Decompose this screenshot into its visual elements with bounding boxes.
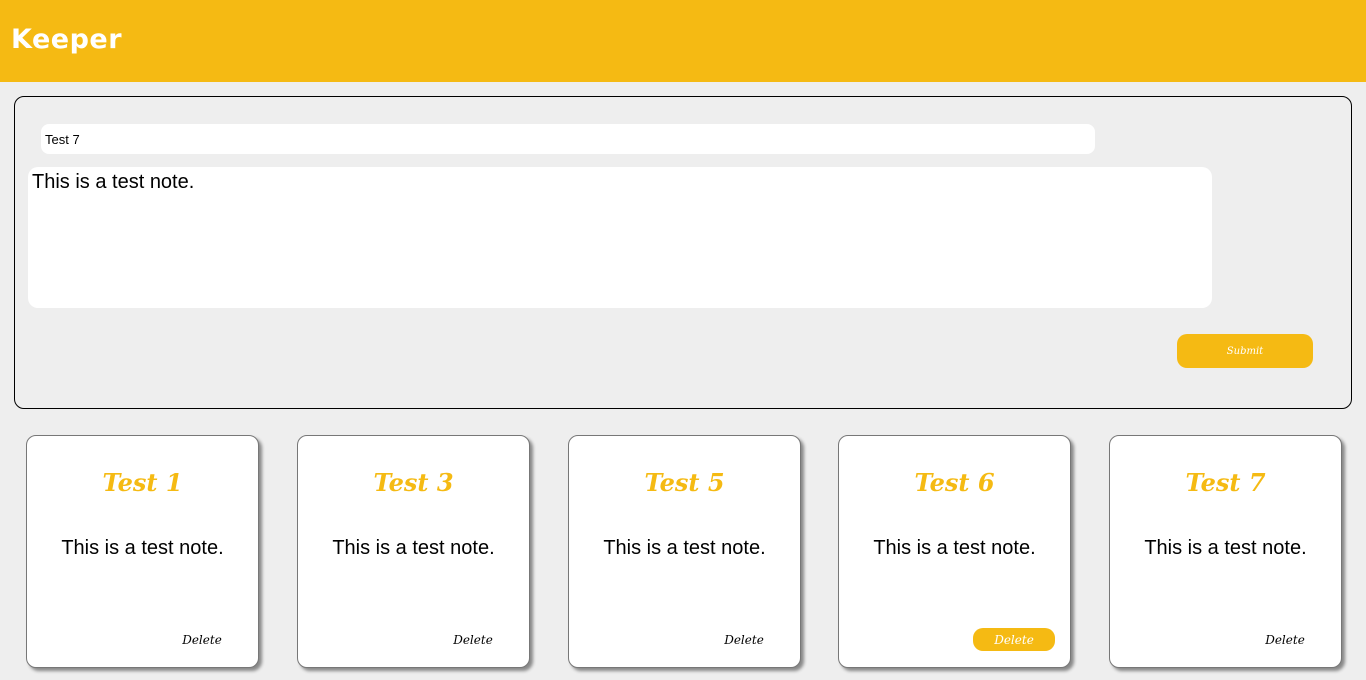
note-content: This is a test note. — [603, 537, 766, 559]
note-card: Test 7 This is a test note. Delete — [1109, 435, 1342, 668]
note-title: Test 1 — [102, 468, 183, 497]
note-content: This is a test note. — [61, 537, 224, 559]
app-header: Keeper — [0, 0, 1366, 82]
delete-button[interactable]: Delete — [161, 628, 243, 651]
app-brand: Keeper — [11, 24, 123, 55]
note-form: This is a test note. Submit — [14, 96, 1352, 409]
note-card: Test 1 This is a test note. Delete — [26, 435, 259, 668]
note-card: Test 5 This is a test note. Delete — [568, 435, 801, 668]
delete-button[interactable]: Delete — [703, 628, 785, 651]
note-content: This is a test note. — [332, 537, 495, 559]
delete-button[interactable]: Delete — [973, 628, 1055, 651]
delete-button[interactable]: Delete — [1244, 628, 1326, 651]
note-title-input[interactable] — [41, 124, 1095, 154]
note-content-input[interactable]: This is a test note. — [28, 167, 1212, 308]
delete-button[interactable]: Delete — [432, 628, 514, 651]
note-title: Test 3 — [373, 468, 454, 497]
note-title: Test 6 — [914, 468, 995, 497]
note-card: Test 3 This is a test note. Delete — [297, 435, 530, 668]
note-content: This is a test note. — [873, 537, 1036, 559]
note-content: This is a test note. — [1144, 537, 1307, 559]
note-title: Test 5 — [644, 468, 725, 497]
note-card: Test 6 This is a test note. Delete — [838, 435, 1071, 668]
note-title: Test 7 — [1185, 468, 1266, 497]
submit-button[interactable]: Submit — [1177, 334, 1313, 368]
